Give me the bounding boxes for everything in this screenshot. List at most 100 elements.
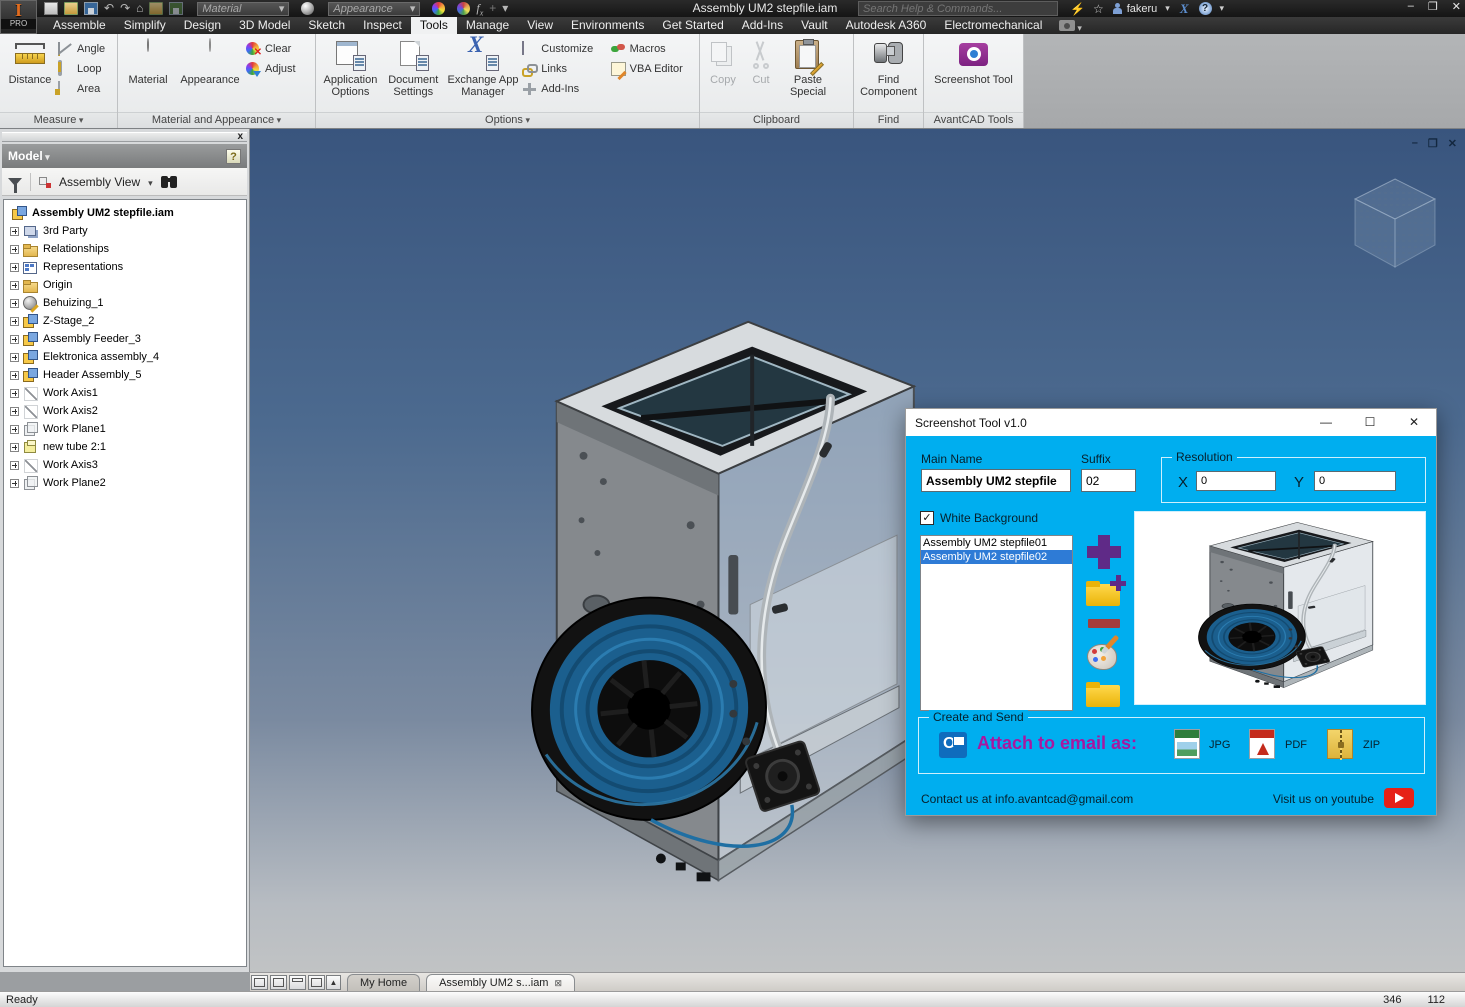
screenshot-listbox[interactable]: Assembly UM2 stepfile01 Assembly UM2 ste… [920,535,1073,711]
favorites-star-icon[interactable]: ☆ [1093,2,1104,16]
tab-manage[interactable]: Manage [457,17,518,34]
exchange-apps-icon[interactable]: X [1180,1,1189,17]
tree-item-representations[interactable]: Representations [4,258,246,276]
dialog-close-icon[interactable]: ✕ [1392,409,1436,436]
appearance-combobox[interactable]: Appearance [328,2,420,16]
user-name[interactable]: fakeru [1127,3,1158,15]
screenshot-tool-button[interactable]: Screenshot Tool [928,37,1019,86]
add-ins-button[interactable]: Add-Ins [522,81,608,97]
tree-item-root[interactable]: Assembly UM2 stepfile.iam [4,204,246,222]
add-folder-icon[interactable] [1086,581,1122,607]
expand-icon[interactable] [10,425,19,434]
application-options-button[interactable]: Application Options [320,37,381,98]
cascade-windows-icon[interactable] [251,975,268,990]
undo-icon[interactable]: ↶ [104,2,114,15]
paste-special-button[interactable]: Paste Special [780,37,836,98]
tab-overflow-chevron-icon[interactable] [1077,20,1082,34]
parameters-fx-icon[interactable]: fx [476,2,483,15]
distance-button[interactable]: Distance [4,37,56,86]
expand-icon[interactable] [10,479,19,488]
expand-icon[interactable] [10,245,19,254]
browser-search-icon[interactable] [161,176,177,188]
user-menu-chevron-icon[interactable]: ▾ [1165,3,1170,14]
tree-item-3rd-party[interactable]: 3rd Party [4,222,246,240]
tile-horizontal-icon[interactable] [289,975,306,990]
zip-file-icon[interactable] [1327,729,1353,759]
expand-icon[interactable] [10,389,19,398]
help-menu-chevron-icon[interactable]: ▾ [1220,3,1225,14]
viewcube[interactable] [1347,167,1443,277]
suffix-input[interactable] [1081,469,1136,492]
customize-button[interactable]: Customize [522,41,608,57]
tile-vertical-icon[interactable] [308,975,325,990]
new-file-icon[interactable] [44,2,58,15]
help-search-box[interactable] [858,1,1058,16]
printer-3d-model[interactable] [498,307,923,922]
view-mode-chevron-icon[interactable] [148,175,153,189]
home-icon[interactable]: ⌂ [136,2,143,15]
tile-windows-icon[interactable] [270,975,287,990]
tab-electromechanical[interactable]: Electromechanical [935,17,1051,34]
3d-viewport[interactable]: – ❐ ✕ [250,129,1465,972]
cut-button[interactable]: Cut [744,37,778,86]
expand-icon[interactable] [10,263,19,272]
tab-assemble[interactable]: Assemble [44,17,115,34]
close-icon[interactable]: ✕ [1452,0,1461,13]
expand-icon[interactable] [10,461,19,470]
document-settings-button[interactable]: Document Settings [383,37,444,98]
expand-icon[interactable] [10,299,19,308]
tree-item-work-axis3[interactable]: Work Axis3 [4,456,246,474]
tree-item-z-stage[interactable]: Z-Stage_2 [4,312,246,330]
expand-icon[interactable] [10,443,19,452]
list-item[interactable]: Assembly UM2 stepfile01 [921,536,1072,550]
tab-document[interactable]: Assembly UM2 s...iam⊠ [426,974,575,991]
tab-inspect[interactable]: Inspect [354,17,411,34]
find-component-button[interactable]: Find Component [858,37,919,98]
resolution-y-input[interactable] [1314,471,1396,491]
dialog-minimize-icon[interactable]: — [1304,409,1348,436]
user-avatar-icon[interactable] [1112,3,1123,15]
angle-button[interactable]: Angle [58,41,105,57]
expand-icon[interactable] [10,317,19,326]
white-background-checkbox[interactable]: ✓ White Background [920,511,1038,525]
add-icon[interactable]: + [489,2,496,15]
youtube-play-button[interactable] [1384,788,1414,808]
toolbar-overflow-icon[interactable]: ▾ [502,2,508,15]
add-screenshot-icon[interactable] [1087,535,1121,569]
main-name-input[interactable] [921,469,1071,492]
browser-grip-bar[interactable]: x [2,132,247,142]
browser-help-icon[interactable]: ? [226,149,241,164]
panel-title-measure[interactable]: Measure [0,112,117,128]
tree-item-new-tube[interactable]: new tube 2:1 [4,438,246,456]
macros-button[interactable]: Macros [611,41,695,57]
expand-icon[interactable] [10,335,19,344]
tree-item-relationships[interactable]: Relationships [4,240,246,258]
tree-item-work-plane1[interactable]: Work Plane1 [4,420,246,438]
tab-autodesk-a360[interactable]: Autodesk A360 [837,17,936,34]
tree-item-work-axis1[interactable]: Work Axis1 [4,384,246,402]
panel-title-find[interactable]: Find [854,112,923,128]
panel-title-avantcad[interactable]: AvantCAD Tools [924,112,1023,128]
panel-title-material-appearance[interactable]: Material and Appearance [118,112,315,128]
adjust-appearance-icon[interactable] [457,2,470,15]
remove-screenshot-icon[interactable] [1088,619,1120,628]
application-menu-button[interactable]: I PRO [0,0,37,34]
adjust-button[interactable]: Adjust [246,61,296,77]
material-sphere-icon[interactable] [301,2,314,15]
loop-button[interactable]: Loop [58,61,105,77]
panel-title-options[interactable]: Options [316,112,699,128]
sketch-icon[interactable] [149,2,163,15]
area-button[interactable]: Area [58,81,105,97]
doc-restore-icon[interactable]: ❐ [1428,137,1438,150]
tree-item-work-plane2[interactable]: Work Plane2 [4,474,246,492]
clear-button[interactable]: Clear [246,41,296,57]
minimize-icon[interactable]: – [1408,0,1414,13]
pen-bolt-icon[interactable]: ⚡ [1070,2,1085,16]
exchange-app-manager-button[interactable]: X Exchange App Manager [446,37,521,98]
tab-my-home[interactable]: My Home [347,974,420,991]
links-button[interactable]: Links [522,61,608,77]
expand-icon[interactable] [10,281,19,290]
browser-title-dropdown[interactable]: Model [8,149,50,163]
save-icon[interactable] [84,2,98,15]
tree-item-origin[interactable]: Origin [4,276,246,294]
